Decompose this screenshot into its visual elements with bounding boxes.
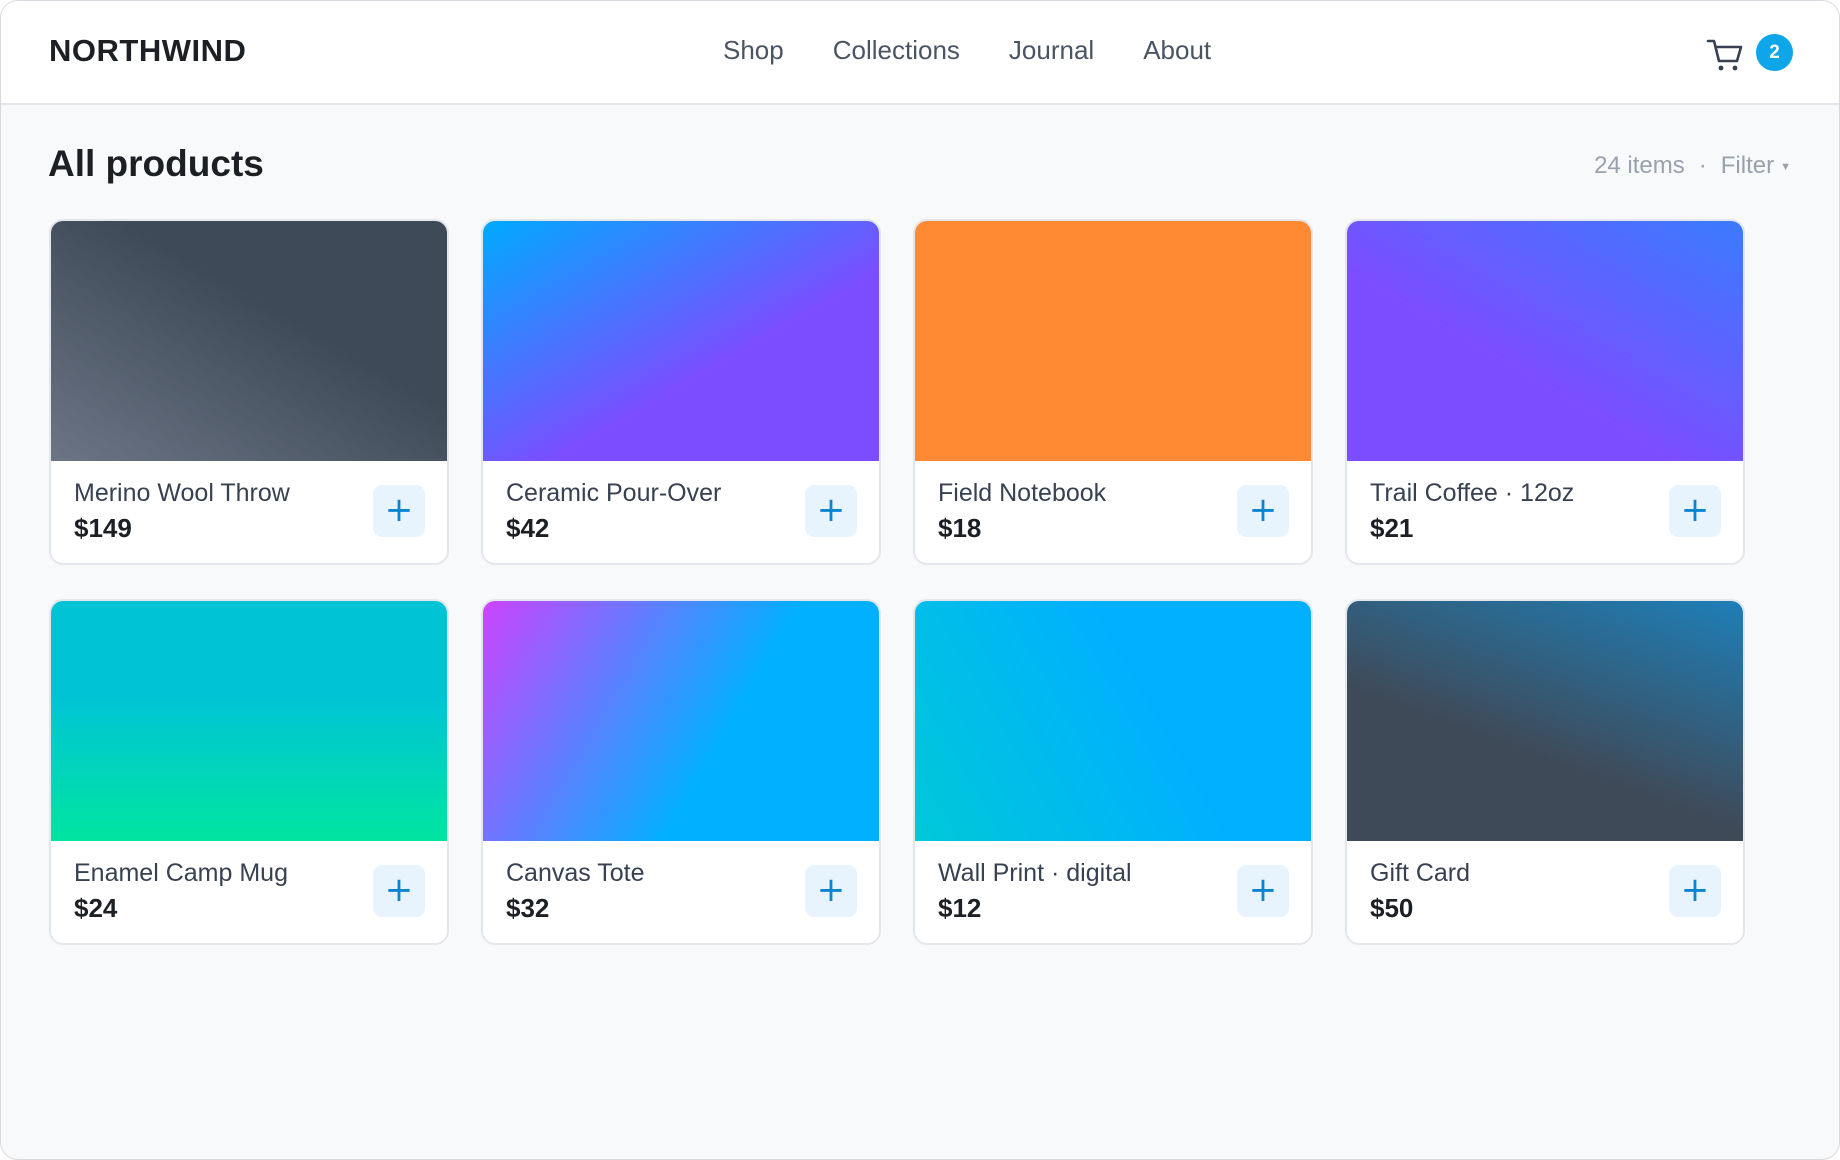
product-name: Wall Print · digital [938,859,1132,887]
product-image [915,601,1311,841]
list-meta: 24 items · Filter ▼ [1594,152,1791,180]
app-window: NORTHWIND Shop Collections Journal About… [0,0,1840,1160]
product-image [51,221,447,461]
main-nav: Shop Collections Journal About [723,35,1260,66]
product-card[interactable]: Canvas Tote $32 + [481,599,881,945]
product-name: Canvas Tote [506,859,645,887]
plus-icon: + [816,490,846,530]
product-price: $18 [938,513,982,543]
add-to-cart-button[interactable]: + [373,865,425,917]
product-name: Enamel Camp Mug [74,859,288,887]
product-name: Ceramic Pour-Over [506,479,722,507]
product-price: $24 [74,893,118,923]
cart-icon[interactable] [1705,35,1745,75]
nav-shop[interactable]: Shop [723,35,784,66]
product-name: Gift Card [1370,859,1471,887]
product-price: $32 [506,893,550,923]
plus-icon: + [384,490,414,530]
product-price: $149 [74,513,132,543]
add-to-cart-button[interactable]: + [805,485,857,537]
meta-separator: · [1698,152,1707,179]
add-to-cart-button[interactable]: + [1669,485,1721,537]
nav-about[interactable]: About [1143,35,1211,66]
product-image [483,221,879,461]
product-price: $50 [1370,893,1414,923]
add-to-cart-button[interactable]: + [373,485,425,537]
add-to-cart-button[interactable]: + [805,865,857,917]
product-card[interactable]: Field Notebook $18 + [913,219,1313,565]
product-image [1347,601,1743,841]
product-image [1347,221,1743,461]
cart-count-badge: 2 [1756,34,1793,71]
plus-icon: + [384,870,414,910]
add-to-cart-button[interactable]: + [1237,485,1289,537]
top-navbar: NORTHWIND Shop Collections Journal About… [1,1,1839,105]
item-count: 24 items [1594,152,1685,179]
product-name: Merino Wool Throw [74,479,290,507]
nav-journal[interactable]: Journal [1009,35,1094,66]
product-card[interactable]: Ceramic Pour-Over $42 + [481,219,881,565]
product-card[interactable]: Enamel Camp Mug $24 + [49,599,449,945]
product-image [483,601,879,841]
product-image [51,601,447,841]
product-grid: Merino Wool Throw $149 + Ceramic Pour-Ov… [49,219,1745,945]
product-image [915,221,1311,461]
product-name: Trail Coffee · 12oz [1370,479,1575,507]
caret-down-icon: ▼ [1780,160,1791,173]
product-card[interactable]: Gift Card $50 + [1345,599,1745,945]
add-to-cart-button[interactable]: + [1669,865,1721,917]
plus-icon: + [1680,490,1710,530]
plus-icon: + [1248,870,1278,910]
brand-logo[interactable]: NORTHWIND [49,33,246,69]
product-card[interactable]: Trail Coffee · 12oz $21 + [1345,219,1745,565]
plus-icon: + [1680,870,1710,910]
nav-collections[interactable]: Collections [833,35,960,66]
add-to-cart-button[interactable]: + [1237,865,1289,917]
product-price: $42 [506,513,550,543]
filter-dropdown[interactable]: Filter ▼ [1721,152,1791,180]
product-card[interactable]: Wall Print · digital $12 + [913,599,1313,945]
product-price: $12 [938,893,982,923]
filter-label: Filter [1720,152,1775,179]
page-title: All products [48,143,264,184]
plus-icon: + [816,870,846,910]
product-card[interactable]: Merino Wool Throw $149 + [49,219,449,565]
product-price: $21 [1370,513,1414,543]
plus-icon: + [1248,490,1278,530]
product-name: Field Notebook [938,479,1107,507]
